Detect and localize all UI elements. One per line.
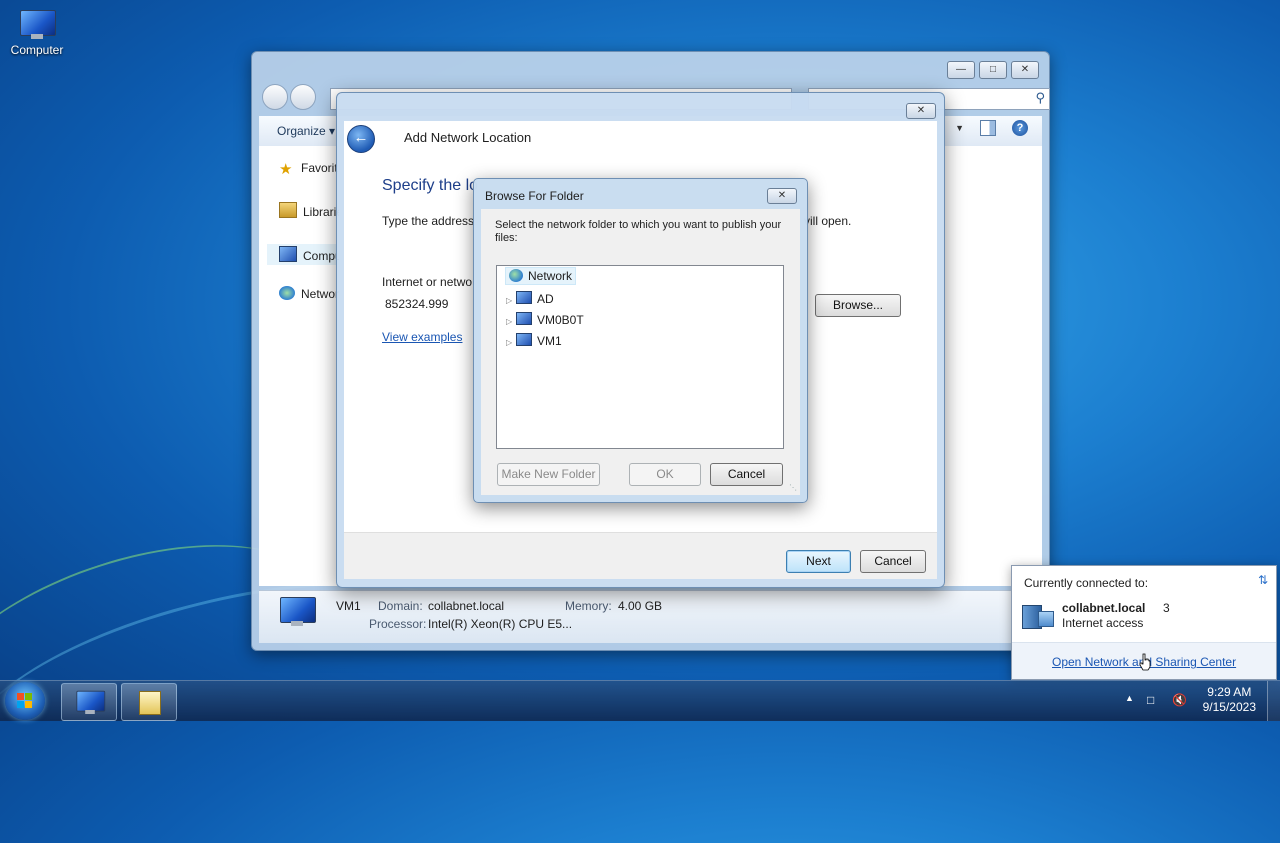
computer-name: VM1 bbox=[336, 599, 361, 613]
dialog-title: Browse For Folder bbox=[485, 189, 584, 203]
libraries-icon bbox=[279, 202, 297, 218]
memory-value: 4.00 GB bbox=[618, 599, 663, 613]
ok-button[interactable]: OK bbox=[629, 463, 701, 486]
browse-button[interactable]: Browse... bbox=[815, 294, 901, 317]
browse-for-folder-dialog[interactable]: Browse For Folder ✕ Select the network f… bbox=[473, 178, 808, 503]
wizard-heading: Specify the lo bbox=[382, 177, 479, 194]
wizard-cancel-button[interactable]: Cancel bbox=[860, 550, 926, 573]
network-icon bbox=[279, 286, 295, 300]
computer-icon bbox=[516, 291, 532, 304]
close-button[interactable]: ✕ bbox=[1011, 61, 1039, 79]
organize-menu[interactable]: Organize ▾ bbox=[277, 124, 335, 138]
address-field-label: Internet or netwo bbox=[382, 275, 473, 289]
desktop-icon-computer[interactable]: Computer bbox=[6, 8, 68, 57]
forward-button[interactable] bbox=[290, 84, 316, 110]
nav-item-favorites[interactable]: ★ Favorit bbox=[279, 160, 338, 178]
network-icon bbox=[509, 269, 523, 282]
network-location-app-icon bbox=[139, 691, 161, 715]
computer-icon bbox=[74, 689, 106, 715]
taskbar-explorer-button[interactable] bbox=[61, 683, 117, 721]
memory-label: Memory: bbox=[565, 599, 612, 613]
dialog-cancel-button[interactable]: Cancel bbox=[710, 463, 783, 486]
search-icon: ⚲ bbox=[1035, 90, 1045, 105]
windows-logo-icon bbox=[17, 693, 33, 709]
refresh-icon[interactable]: ⇅ bbox=[1258, 573, 1268, 587]
action-center-icon[interactable]: □ bbox=[1147, 693, 1154, 707]
back-button[interactable] bbox=[262, 84, 288, 110]
taskbar-app-button[interactable] bbox=[121, 683, 177, 721]
wizard-instruction-tail: vill open. bbox=[804, 214, 852, 228]
processor-value: Intel(R) Xeon(R) CPU E5... bbox=[428, 617, 573, 631]
network-number: 3 bbox=[1163, 601, 1170, 615]
nav-item-libraries[interactable]: Librarie bbox=[279, 202, 343, 219]
expand-arrow-icon[interactable]: ▷ bbox=[506, 296, 516, 305]
network-status: Internet access bbox=[1062, 616, 1144, 630]
help-icon[interactable]: ? bbox=[1012, 120, 1028, 136]
view-examples-link[interactable]: View examples bbox=[382, 330, 462, 344]
clock-time: 9:29 AM bbox=[1207, 685, 1252, 699]
next-button[interactable]: Next bbox=[786, 550, 851, 573]
address-input[interactable]: 852324.999 bbox=[382, 294, 475, 314]
star-icon: ★ bbox=[279, 161, 293, 178]
wizard-title: Add Network Location bbox=[404, 130, 532, 145]
flyout-header: Currently connected to: bbox=[1024, 576, 1149, 590]
maximize-button[interactable]: □ bbox=[979, 61, 1007, 79]
show-hidden-icons-arrow[interactable]: ▲ bbox=[1125, 693, 1134, 703]
dialog-body: Select the network folder to which you w… bbox=[481, 209, 800, 495]
system-clock[interactable]: 9:29 AM 9/15/2023 bbox=[1203, 685, 1256, 715]
navigation-pane: ★ Favorit Librarie Compu Networ bbox=[259, 146, 349, 586]
dialog-instruction: Select the network folder to which you w… bbox=[495, 219, 782, 244]
taskbar: ▲ □ 🔇 9:29 AM 9/15/2023 bbox=[0, 680, 1280, 721]
computer-icon bbox=[279, 246, 297, 262]
make-new-folder-button[interactable]: Make New Folder bbox=[497, 463, 600, 486]
dialog-close-button[interactable]: ✕ bbox=[767, 188, 797, 204]
domain-label: Domain: bbox=[378, 599, 423, 613]
tree-node-network[interactable]: Network bbox=[505, 267, 577, 285]
computer-icon bbox=[17, 8, 57, 40]
wizard-back-button[interactable]: ← bbox=[347, 125, 375, 153]
start-button[interactable] bbox=[5, 682, 45, 720]
tree-node-ad[interactable]: ▷ AD bbox=[506, 291, 554, 306]
expand-arrow-icon[interactable]: ▷ bbox=[506, 317, 516, 326]
minimize-button[interactable]: — bbox=[947, 61, 975, 79]
show-desktop-button[interactable] bbox=[1267, 681, 1280, 721]
wizard-instruction: Type the address bbox=[382, 214, 475, 228]
hand-cursor-icon bbox=[1139, 653, 1151, 671]
computer-large-icon bbox=[277, 595, 317, 630]
domain-value: collabnet.local bbox=[428, 599, 505, 613]
details-pane: VM1 Domain: collabnet.local Memory: 4.00… bbox=[259, 590, 1042, 643]
folder-tree[interactable]: Network ▷ AD ▷ VM0B0T ▷ VM1 bbox=[496, 265, 784, 449]
clock-date: 9/15/2023 bbox=[1202, 700, 1256, 714]
window-controls: — □ ✕ bbox=[947, 61, 1039, 79]
desktop-icon-label: Computer bbox=[10, 43, 64, 57]
preview-pane-icon[interactable] bbox=[980, 120, 996, 136]
computer-icon bbox=[516, 312, 532, 325]
expand-arrow-icon[interactable]: ▷ bbox=[506, 338, 516, 347]
nav-item-network[interactable]: Networ bbox=[279, 286, 339, 301]
network-name: collabnet.local bbox=[1062, 601, 1146, 615]
view-options-arrow-icon[interactable]: ▼ bbox=[955, 123, 964, 133]
domain-network-icon bbox=[1022, 601, 1054, 629]
processor-label: Processor: bbox=[369, 617, 427, 631]
resize-grip-icon[interactable]: ⋱ bbox=[789, 483, 797, 492]
computer-icon bbox=[516, 333, 532, 346]
volume-muted-icon[interactable]: 🔇 bbox=[1172, 693, 1187, 707]
tree-node-vm0b0t[interactable]: ▷ VM0B0T bbox=[506, 312, 584, 327]
tree-node-vm1[interactable]: ▷ VM1 bbox=[506, 333, 562, 348]
wizard-close-button[interactable]: ✕ bbox=[906, 103, 936, 119]
